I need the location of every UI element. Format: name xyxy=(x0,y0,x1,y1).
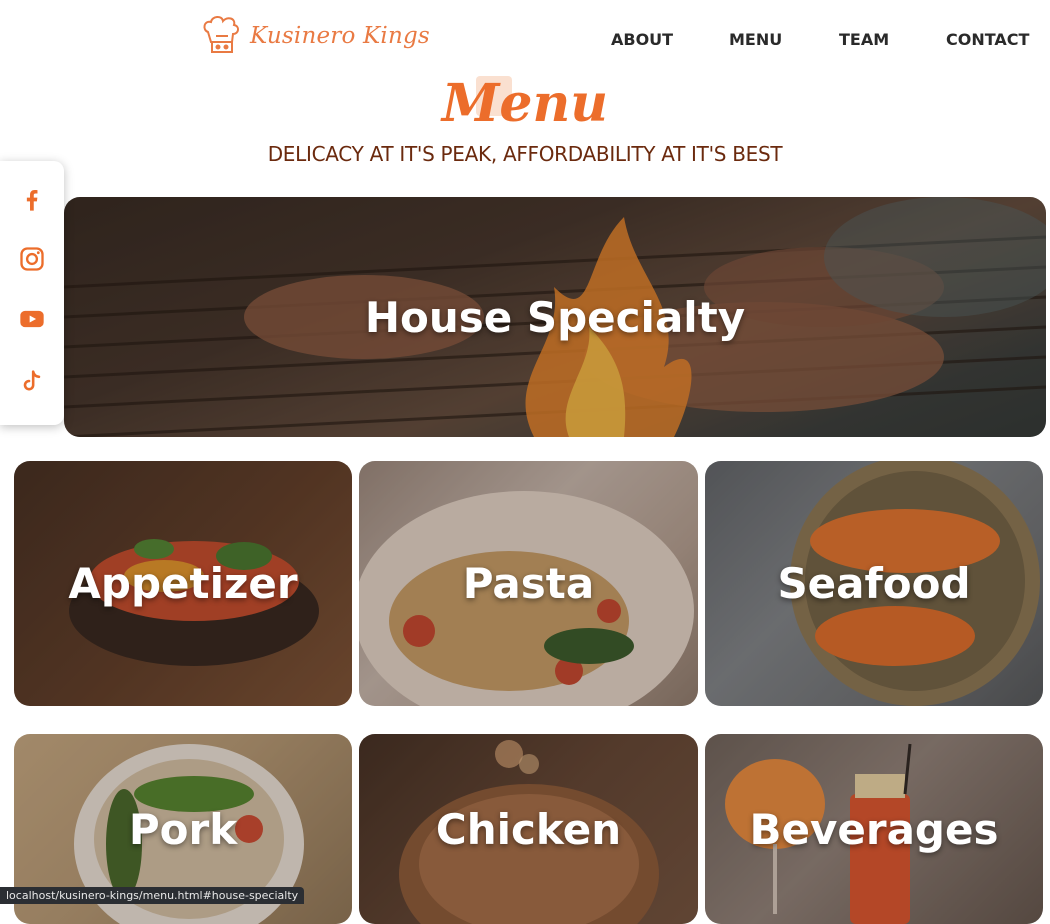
main-nav: ABOUT MENU TEAM CONTACT xyxy=(0,30,1050,54)
youtube-icon[interactable] xyxy=(18,305,46,333)
beverages-label: Beverages xyxy=(749,804,999,854)
chicken-card[interactable]: Chicken xyxy=(359,734,698,924)
appetizer-card[interactable]: Appetizer xyxy=(14,461,352,706)
page-subtitle: DELICACY AT IT'S PEAK, AFFORDABILITY AT … xyxy=(267,142,783,166)
instagram-icon[interactable] xyxy=(18,245,46,273)
appetizer-label: Appetizer xyxy=(68,559,298,608)
seafood-label: Seafood xyxy=(777,559,971,608)
nav-menu[interactable]: MENU xyxy=(729,30,782,49)
nav-contact[interactable]: CONTACT xyxy=(946,30,1029,49)
facebook-icon[interactable] xyxy=(18,185,46,213)
nav-team[interactable]: TEAM xyxy=(839,30,889,49)
pasta-label: Pasta xyxy=(462,559,595,608)
nav-about[interactable]: ABOUT xyxy=(611,30,673,49)
seafood-card[interactable]: Seafood xyxy=(705,461,1043,706)
pasta-card[interactable]: Pasta xyxy=(359,461,698,706)
tiktok-icon[interactable] xyxy=(18,367,46,395)
house-specialty-label: House Specialty xyxy=(364,292,746,342)
page-title: Menu xyxy=(441,73,609,134)
browser-status-url: localhost/kusinero-kings/menu.html#house… xyxy=(0,887,305,904)
pork-label: Pork xyxy=(128,804,238,854)
beverages-card[interactable]: Beverages xyxy=(705,734,1043,924)
social-sidebar xyxy=(0,161,64,425)
house-specialty-card[interactable]: House Specialty xyxy=(64,197,1046,437)
chicken-label: Chicken xyxy=(435,804,622,854)
